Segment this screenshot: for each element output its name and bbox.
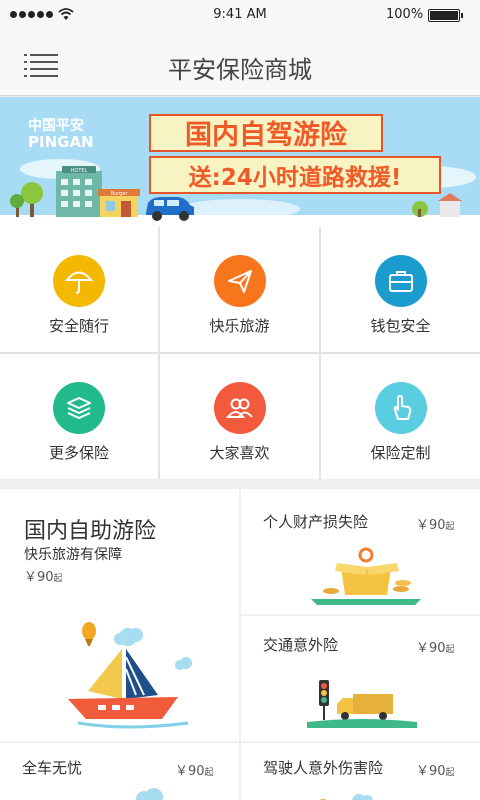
product-price: ￥90起	[175, 764, 214, 779]
paper-plane-icon	[213, 255, 266, 307]
hand-pointer-icon	[374, 382, 427, 434]
product-price: ￥90起	[416, 764, 455, 779]
product-card-full-car[interactable]: 全车无忧 ￥90起	[0, 743, 239, 800]
product-name: 交通意外险	[263, 636, 339, 654]
category-label: 更多保险	[48, 444, 109, 462]
product-name: 全车无忧	[22, 759, 83, 777]
page-title: 平安保险商城	[168, 56, 312, 84]
category-custom-insurance[interactable]: 保险定制	[321, 354, 480, 479]
featured-subtitle: 快乐旅游有保障	[24, 547, 122, 563]
burger-sign: Burger	[111, 191, 129, 197]
category-safe-travel[interactable]: 安全随行	[0, 227, 158, 352]
category-label: 大家喜欢	[209, 444, 270, 462]
product-name: 个人财产损失险	[263, 513, 369, 531]
featured-product-card[interactable]: 国内自助游险 快乐旅游有保障 ￥90起	[0, 489, 239, 741]
category-grid: 安全随行 快乐旅游 钱包安全 更多保险 大家喜欢 保险定制	[0, 227, 480, 479]
category-label: 钱包安全	[370, 317, 431, 335]
briefcase-icon	[374, 255, 427, 307]
logo-cn: 中国平安	[28, 117, 84, 134]
battery-percentage: 100%	[386, 7, 424, 22]
cloud-icon	[136, 788, 163, 800]
category-label: 保险定制	[370, 444, 431, 462]
product-card-property-loss[interactable]: 个人财产损失险 ￥90起	[241, 489, 480, 614]
traffic-truck-illustration	[307, 680, 417, 728]
nav-bar: 平安保险商城	[0, 30, 480, 96]
logo-en: PINGAN	[28, 133, 94, 151]
battery-icon	[428, 9, 463, 22]
promo-banner[interactable]: HOTEL Burger 国内自驾游险 送:24小时道路救援! 中国平安 PIN…	[0, 97, 480, 227]
partial-illustration	[319, 794, 373, 800]
product-price: ￥90起	[416, 641, 455, 656]
category-popular[interactable]: 大家喜欢	[160, 354, 319, 479]
layers-icon	[53, 382, 105, 434]
treasure-box-illustration	[311, 547, 421, 605]
product-price: ￥90起	[416, 518, 455, 533]
category-more-insurance[interactable]: 更多保险	[0, 354, 158, 479]
product-card-traffic-accident[interactable]: 交通意外险 ￥90起	[241, 616, 480, 741]
product-section: 国内自助游险 快乐旅游有保障 ￥90起 个人财产损失险 ￥90起 交通意外险 ￥…	[0, 489, 480, 800]
banner-subline: 送:24小时道路救援!	[189, 164, 402, 191]
category-wallet-safety[interactable]: 钱包安全	[321, 227, 480, 352]
users-icon	[213, 382, 266, 434]
featured-title: 国内自助游险	[24, 519, 157, 544]
banner-headline: 国内自驾游险	[185, 119, 348, 151]
product-name: 驾驶人意外伤害险	[263, 759, 384, 777]
category-label: 安全随行	[48, 317, 109, 335]
status-bar: 9:41 AM 100%	[0, 0, 480, 30]
umbrella-icon	[53, 255, 105, 307]
sailboat-illustration	[68, 622, 192, 729]
category-label: 快乐旅游	[209, 317, 270, 335]
hotel-sign: HOTEL	[71, 168, 88, 174]
featured-price: ￥90起	[24, 570, 63, 585]
menu-icon[interactable]	[24, 52, 58, 78]
category-happy-travel[interactable]: 快乐旅游	[160, 227, 319, 352]
product-card-driver-accident[interactable]: 驾驶人意外伤害险 ￥90起	[241, 743, 480, 800]
banner-illustration: HOTEL Burger 国内自驾游险 送:24小时道路救援! 中国平安 PIN…	[0, 97, 480, 227]
